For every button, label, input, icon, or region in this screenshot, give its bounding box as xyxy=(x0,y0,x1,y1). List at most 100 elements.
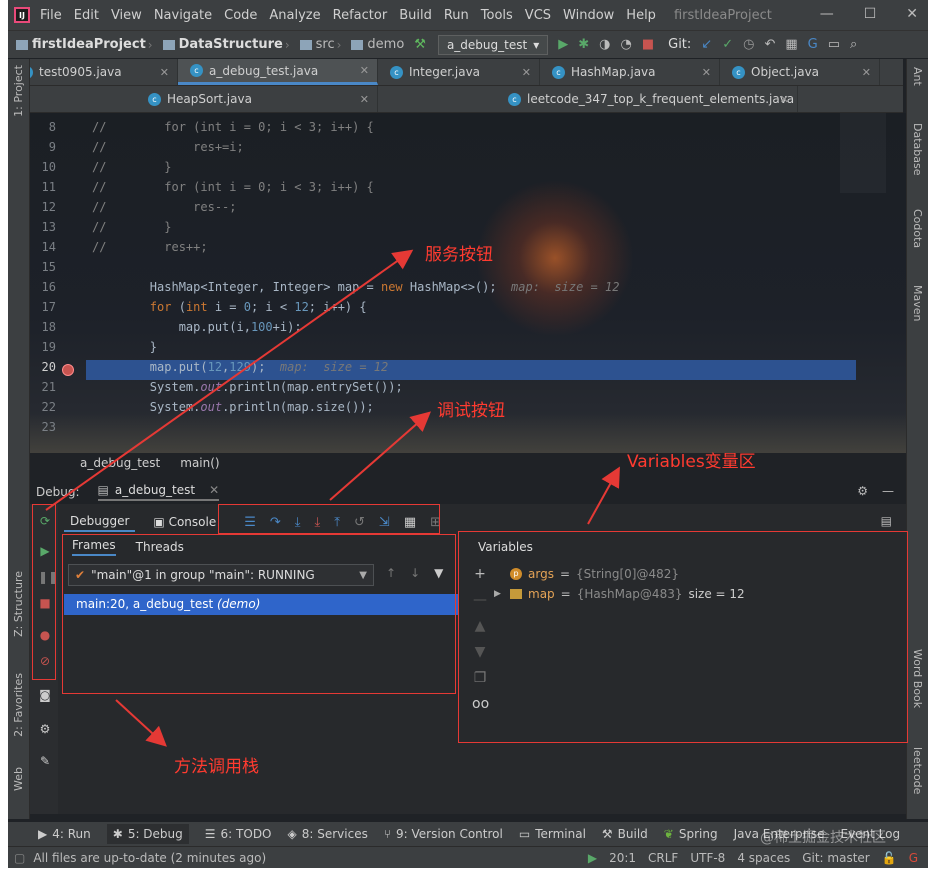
run-configuration-select[interactable]: a_debug_test ▾ xyxy=(437,34,549,55)
code-line[interactable]: // } xyxy=(92,157,171,177)
revert-icon[interactable]: ↶ xyxy=(764,37,775,52)
services-tool-button[interactable]: ◈ 8: Services xyxy=(288,827,368,841)
debug-session-tab[interactable]: ▤ a_debug_test ✕ xyxy=(97,483,220,501)
maximize-icon[interactable]: ☐ xyxy=(864,6,877,22)
search-icon[interactable]: ⌕ xyxy=(850,37,857,52)
breadcrumb-class[interactable]: a_debug_test xyxy=(80,456,160,470)
debug-bug-icon[interactable]: ✱ xyxy=(578,37,589,52)
breadcrumb-project[interactable]: firstIdeaProject xyxy=(8,37,146,52)
menu-navigate[interactable]: Navigate xyxy=(154,8,212,23)
code-line[interactable]: // } xyxy=(92,217,171,237)
code-line[interactable]: for (int i = 0; i < 12; i++) { xyxy=(92,297,367,317)
git-branch[interactable]: Git: master xyxy=(802,851,870,865)
tab-console[interactable]: ▣ Console xyxy=(147,513,222,531)
code-line[interactable]: HashMap<Integer, Integer> map = new Hash… xyxy=(92,277,620,297)
breadcrumb-method[interactable]: main() xyxy=(180,456,219,470)
close-tab-icon[interactable]: ✕ xyxy=(360,64,369,77)
translate-icon[interactable]: G xyxy=(808,37,818,52)
close-tab-icon[interactable]: ✕ xyxy=(360,93,369,106)
breadcrumb-package[interactable]: demo xyxy=(343,37,404,52)
menu-window[interactable]: Window xyxy=(563,8,614,23)
code-line[interactable]: System.out.println(map.size()); xyxy=(92,397,374,417)
menu-refactor[interactable]: Refactor xyxy=(333,8,388,23)
git-commit-icon[interactable]: ✓ xyxy=(722,37,733,52)
close-tab-icon[interactable]: ✕ xyxy=(160,66,169,79)
vcs-tool-button[interactable]: ⑂ 9: Version Control xyxy=(384,827,503,841)
line-separator[interactable]: CRLF xyxy=(648,851,678,865)
debug-tool-button[interactable]: ✱ 5: Debug xyxy=(106,824,189,844)
code-line[interactable]: map.put(i,100+i); xyxy=(92,317,302,337)
history-icon[interactable]: ◷ xyxy=(743,37,754,52)
terminal-icon[interactable]: ▭ xyxy=(828,37,840,52)
project-structure-icon[interactable]: ▦ xyxy=(785,37,797,52)
pin-icon[interactable]: ✎ xyxy=(38,754,52,768)
lock-icon[interactable]: 🔓 xyxy=(882,851,897,865)
todo-tool-button[interactable]: ☰ 6: TODO xyxy=(205,827,272,841)
tab-heapsort[interactable]: c HeapSort.java ✕ xyxy=(8,86,378,112)
tab-object[interactable]: c Object.java ✕ xyxy=(720,59,880,85)
terminal-tool-button[interactable]: ▭ Terminal xyxy=(519,827,586,841)
code-line[interactable]: } xyxy=(92,337,157,357)
code-line[interactable]: // res--; xyxy=(92,197,237,217)
menu-analyze[interactable]: Analyze xyxy=(269,8,320,23)
profile-icon[interactable]: ◔ xyxy=(620,37,631,52)
run-icon[interactable]: ▶ xyxy=(558,37,568,52)
indent-setting[interactable]: 4 spaces xyxy=(737,851,790,865)
close-tab-icon[interactable]: ✕ xyxy=(780,93,789,106)
gear-icon[interactable]: ⚙ xyxy=(857,484,868,498)
close-icon[interactable]: ✕ xyxy=(906,6,918,22)
code-line[interactable]: // for (int i = 0; i < 3; i++) { xyxy=(92,117,374,137)
codota-tool-button[interactable]: Codota xyxy=(911,209,924,248)
tab-a-debug-test[interactable]: c a_debug_test.java ✕ xyxy=(178,59,378,85)
coverage-icon[interactable]: ◑ xyxy=(599,37,610,52)
structure-tool-button[interactable]: Z: Structure xyxy=(12,571,25,637)
menu-view[interactable]: View xyxy=(111,8,142,23)
status-toggle-icon[interactable]: ▢ xyxy=(14,851,25,865)
tab-test0905[interactable]: ctest0905.java✕ xyxy=(8,59,178,85)
maven-tool-button[interactable]: Maven xyxy=(911,285,924,321)
git-update-icon[interactable]: ↙ xyxy=(701,37,712,52)
breadcrumb-src[interactable]: src xyxy=(292,37,335,52)
menu-help[interactable]: Help xyxy=(626,8,656,23)
tab-integer[interactable]: c Integer.java ✕ xyxy=(378,59,540,85)
tab-hashmap[interactable]: c HashMap.java ✕ xyxy=(540,59,720,85)
run-tool-button[interactable]: ▶ 4: Run xyxy=(38,827,91,841)
code-line[interactable]: map.put(12,129); map: size = 12 xyxy=(92,357,388,377)
database-tool-button[interactable]: Database xyxy=(911,123,924,176)
close-icon[interactable]: ✕ xyxy=(209,483,219,497)
breadcrumb-module[interactable]: DataStructure xyxy=(155,37,283,52)
hide-icon[interactable]: — xyxy=(882,484,894,498)
favorites-tool-button[interactable]: 2: Favorites xyxy=(12,673,25,737)
camera-icon[interactable]: ◙ xyxy=(38,688,52,702)
spring-tool-button[interactable]: ❦ Spring xyxy=(664,827,718,841)
caret-position[interactable]: 20:1 xyxy=(609,851,636,865)
menu-code[interactable]: Code xyxy=(224,8,257,23)
build-tool-button[interactable]: ⚒ Build xyxy=(602,827,648,841)
close-tab-icon[interactable]: ✕ xyxy=(862,66,871,79)
terminal-status-icon[interactable]: ▶ xyxy=(588,851,597,865)
code-line[interactable]: // for (int i = 0; i < 3; i++) { xyxy=(92,177,374,197)
code-line[interactable]: // res+=i; xyxy=(92,137,244,157)
menu-vcs[interactable]: VCS xyxy=(525,8,551,23)
build-hammer-icon[interactable]: ⚒ xyxy=(414,37,426,52)
wordbook-tool-button[interactable]: Word Book xyxy=(911,649,924,708)
stop-icon[interactable]: ■ xyxy=(642,37,654,52)
close-tab-icon[interactable]: ✕ xyxy=(522,66,531,79)
breakpoint-icon[interactable] xyxy=(62,364,74,376)
settings-icon[interactable]: ⚙ xyxy=(38,722,52,736)
close-tab-icon[interactable]: ✕ xyxy=(702,66,711,79)
ant-tool-button[interactable]: Ant xyxy=(911,67,924,86)
tab-debugger[interactable]: Debugger xyxy=(64,512,136,532)
file-encoding[interactable]: UTF-8 xyxy=(690,851,725,865)
menu-build[interactable]: Build xyxy=(399,8,432,23)
menu-run[interactable]: Run xyxy=(444,8,469,23)
leetcode-tool-button[interactable]: leetcode xyxy=(911,747,924,794)
menu-file[interactable]: File xyxy=(40,8,62,23)
menu-edit[interactable]: Edit xyxy=(74,8,99,23)
google-icon[interactable]: G xyxy=(909,851,918,865)
web-tool-button[interactable]: Web xyxy=(12,767,25,791)
minimize-icon[interactable]: — xyxy=(820,6,834,22)
project-tool-button[interactable]: 1: Project xyxy=(12,65,25,117)
code-line[interactable]: System.out.println(map.entrySet()); xyxy=(92,377,403,397)
tab-leetcode-347[interactable]: c leetcode_347_top_k_frequent_elements.ja… xyxy=(378,86,798,112)
